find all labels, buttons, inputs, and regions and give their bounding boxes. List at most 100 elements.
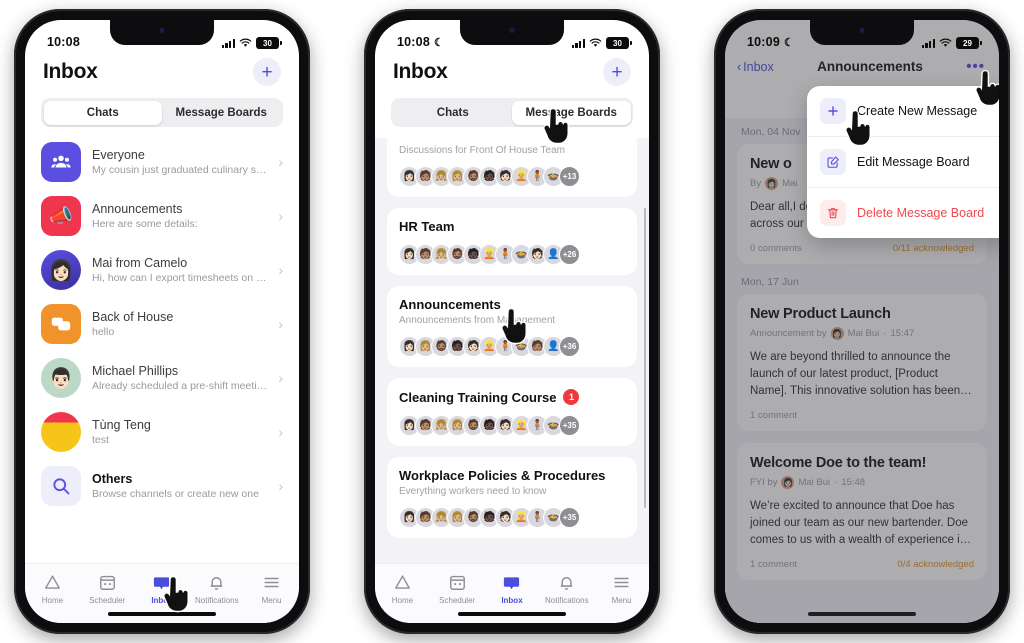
chat-name: Announcements xyxy=(92,202,183,216)
phone-1-screen: 10:08 30 Inbox + Chats Message Boards Ev… xyxy=(25,20,299,623)
three-phone-mockup: 10:08 30 Inbox + Chats Message Boards Ev… xyxy=(0,0,1024,643)
nav-label: Menu xyxy=(611,596,632,605)
inbox-header: Inbox + xyxy=(25,52,299,90)
battery-icon: 30 xyxy=(606,37,632,49)
nav-label: Home xyxy=(41,596,64,605)
member-overflow-count: +36 xyxy=(559,336,580,357)
message-boards-list[interactable]: Discussions for Front Of House Team 👩🏻 🧑… xyxy=(375,138,649,563)
list-item[interactable]: Tùng Teng test › xyxy=(25,405,299,459)
list-item-text: Others Browse channels or create new one xyxy=(92,472,267,500)
chat-snippet: Here are some details: xyxy=(92,218,198,230)
board-options-menu[interactable]: Create New Message Edit Message Board De… xyxy=(807,86,999,238)
bottom-navigation: Home Scheduler Inbox Notifications Menu xyxy=(25,563,299,623)
nav-item-scheduler[interactable]: Scheduler xyxy=(80,573,135,605)
board-subtitle: Discussions for Front Of House Team xyxy=(399,145,565,156)
chat-name: Tùng Teng xyxy=(92,418,151,432)
add-conversation-button[interactable]: + xyxy=(253,58,281,86)
board-card[interactable]: Workplace Policies & Procedures Everythi… xyxy=(387,457,637,538)
tab-chats[interactable]: Chats xyxy=(43,100,162,125)
nav-label: Inbox xyxy=(501,596,523,605)
chat-snippet: Hi, how can I export timesheets on the .… xyxy=(92,272,268,284)
member-facepile: 👩🏻 🧑🏽 👧🏼 👩🏼 🧔🏽 🧑🏿 🧑🏻 👱🏼 🧍🏾 🍲 +13 xyxy=(399,166,625,187)
chevron-right-icon: › xyxy=(278,316,283,332)
chat-snippet: My cousin just graduated culinary schoo.… xyxy=(92,164,268,176)
status-time: 10:09 xyxy=(747,35,780,49)
front-camera-icon xyxy=(159,28,165,33)
cellular-signal-icon xyxy=(921,38,935,48)
board-title: Cleaning Training Course 1 xyxy=(399,389,625,405)
cellular-signal-icon xyxy=(221,38,235,48)
nav-item-notifications[interactable]: Notifications xyxy=(189,573,244,605)
chat-bubbles-icon xyxy=(41,304,81,344)
nav-item-menu[interactable]: Menu xyxy=(594,573,649,605)
chat-snippet: test xyxy=(92,434,109,446)
member-facepile: 👩🏻 🧑🏽 👧🏼 👩🏼 🧔🏽 🧑🏿 🧑🏻 👱🏼 🧍🏾 🍲 +35 xyxy=(399,415,625,436)
nav-label: Scheduler xyxy=(439,596,476,605)
status-indicators: 30 xyxy=(221,37,282,49)
wifi-icon xyxy=(589,38,602,48)
chat-snippet: Browse channels or create new one xyxy=(92,488,259,500)
menu-item-delete-message-board[interactable]: Delete Message Board xyxy=(807,187,999,238)
plus-icon xyxy=(820,98,846,124)
status-time: 10:08 xyxy=(397,35,430,49)
list-item[interactable]: 👩🏻 Mai from Camelo Hi, how can I export … xyxy=(25,243,299,297)
battery-icon: 29 xyxy=(956,37,982,49)
tab-chats[interactable]: Chats xyxy=(394,101,513,125)
status-time-group: 10:08 xyxy=(47,35,80,49)
board-subtitle: Announcements from Management xyxy=(399,315,556,326)
inbox-header: Inbox + xyxy=(375,52,649,90)
board-card[interactable]: Discussions for Front Of House Team 👩🏻 🧑… xyxy=(387,138,637,197)
front-camera-icon xyxy=(859,28,865,33)
trash-icon xyxy=(820,200,846,226)
board-subtitle: Everything workers need to know xyxy=(399,486,547,497)
menu-item-edit-message-board[interactable]: Edit Message Board xyxy=(807,136,999,187)
list-item[interactable]: Back of House hello › xyxy=(25,297,299,351)
chat-name: Others xyxy=(92,472,133,486)
list-item-text: Back of House hello xyxy=(92,310,267,338)
phone-2-screen: 10:08 ☾ 30 Inbox + Chats Message Boards xyxy=(375,20,649,623)
chat-snippet: Already scheduled a pre-shift meeting f.… xyxy=(92,380,268,392)
list-item[interactable]: 👨🏻 Michael Phillips Already scheduled a … xyxy=(25,351,299,405)
menu-item-label: Edit Message Board xyxy=(857,155,970,169)
chat-list: Everyone My cousin just graduated culina… xyxy=(25,135,299,513)
phone-1-inbox-chats: 10:08 30 Inbox + Chats Message Boards Ev… xyxy=(14,9,310,634)
phone-2-message-boards: 10:08 ☾ 30 Inbox + Chats Message Boards xyxy=(364,9,660,634)
board-card[interactable]: HR Team 👩🏻 🧑🏽 👧🏼 🧔🏽 🧑🏿 👱🏼 🧍🏾 🍲 🧑🏻 👤 +26 xyxy=(387,208,637,275)
tab-message-boards[interactable]: Message Boards xyxy=(162,101,281,125)
list-item[interactable]: Everyone My cousin just graduated culina… xyxy=(25,135,299,189)
nav-item-inbox[interactable]: Inbox xyxy=(135,573,190,605)
board-card[interactable]: Announcements Announcements from Managem… xyxy=(387,286,637,367)
nav-item-inbox[interactable]: Inbox xyxy=(485,573,540,605)
nav-item-scheduler[interactable]: Scheduler xyxy=(430,573,485,605)
board-title-text: Cleaning Training Course xyxy=(399,389,557,405)
phone-3-screen: 10:09 ☾ 29 ‹ Inbox Announcements ••• Mon… xyxy=(725,20,999,623)
member-overflow-count: +26 xyxy=(559,244,580,265)
nav-item-menu[interactable]: Menu xyxy=(244,573,299,605)
list-item-text: Tùng Teng test xyxy=(92,418,267,446)
menu-item-create-new-message[interactable]: Create New Message xyxy=(807,86,999,136)
list-item[interactable]: 📣 Announcements Here are some details: › xyxy=(25,189,299,243)
group-icon xyxy=(41,142,81,182)
add-board-button[interactable]: + xyxy=(603,58,631,86)
member-overflow-count: +35 xyxy=(559,507,580,528)
scrollbar[interactable] xyxy=(643,208,646,508)
wifi-icon xyxy=(239,38,252,48)
chat-name: Mai from Camelo xyxy=(92,256,188,270)
board-card[interactable]: Cleaning Training Course 1 👩🏻 🧑🏽 👧🏼 👩🏼 🧔… xyxy=(387,378,637,446)
list-item-text: Mai from Camelo Hi, how can I export tim… xyxy=(92,256,267,284)
menu-item-label: Create New Message xyxy=(857,104,978,118)
bottom-navigation: Home Scheduler Inbox Notifications Menu xyxy=(375,563,649,623)
list-item-text: Everyone My cousin just graduated culina… xyxy=(92,148,267,176)
list-item[interactable]: Others Browse channels or create new one… xyxy=(25,459,299,513)
nav-item-home[interactable]: Home xyxy=(375,573,430,605)
member-facepile: 👩🏻 🧑🏽 👧🏼 👩🏼 🧔🏽 🧑🏿 🧑🏻 👱🏼 🧍🏾 🍲 +35 xyxy=(399,507,625,528)
status-indicators: 29 xyxy=(921,37,982,49)
tab-message-boards[interactable]: Message Boards xyxy=(512,100,631,125)
status-time-group: 10:08 ☾ xyxy=(397,35,444,49)
board-title: Announcements xyxy=(399,297,625,312)
nav-item-notifications[interactable]: Notifications xyxy=(539,573,594,605)
page-title: Inbox xyxy=(43,60,98,83)
nav-item-home[interactable]: Home xyxy=(25,573,80,605)
chat-name: Michael Phillips xyxy=(92,364,179,378)
edit-square-icon xyxy=(820,149,846,175)
